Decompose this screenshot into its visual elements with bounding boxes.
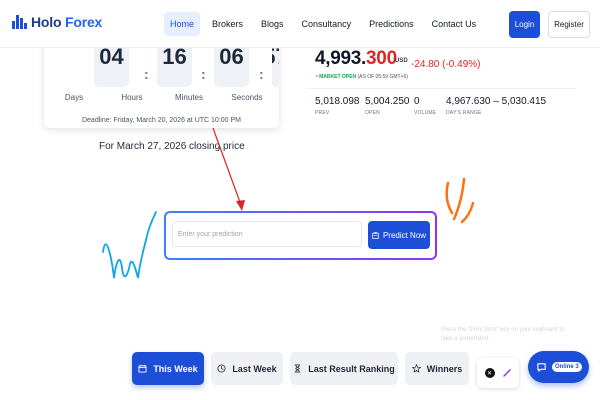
orange-strokes-decoration <box>445 177 475 224</box>
deadline-text: Deadline: Friday, March 20, 2026 at UTC … <box>81 117 241 124</box>
currency-label: USD <box>395 58 408 64</box>
stat-prev: 5,018.098 PREV <box>315 96 360 116</box>
stat-label: PREV <box>315 110 330 116</box>
tab-winners[interactable]: Winners <box>405 352 469 385</box>
tab-label: This Week <box>153 363 198 374</box>
days-label: Days <box>64 93 84 102</box>
price-change: -24.80 (-0.49%) <box>411 59 481 70</box>
nav-consultancy[interactable]: Consultancy <box>296 12 358 36</box>
price-panel: 4,993.300 USD -24.80 (-0.49%) • MARKET O… <box>306 40 576 136</box>
colon-separator: : <box>144 66 149 82</box>
brand-secondary: Forex <box>65 14 103 30</box>
stat-open: 5,004.250 OPEN <box>365 96 410 116</box>
divider <box>306 88 576 89</box>
tab-label: Last Week <box>232 363 277 374</box>
market-open-label: • MARKET OPEN <box>316 74 357 80</box>
clock-icon <box>217 364 226 373</box>
blue-squiggle-decoration <box>102 211 157 279</box>
prediction-input[interactable] <box>172 221 362 247</box>
predict-now-button[interactable]: Predict Now <box>368 221 430 249</box>
hourglass-icon <box>295 364 301 373</box>
red-arrow-decoration <box>212 127 245 211</box>
predict-now-label: Predict Now <box>382 230 427 240</box>
stat-days-range: 4,967.630 – 5,030.415 DAY'S RANGE <box>446 96 546 116</box>
pen-icon[interactable] <box>502 368 512 378</box>
colon-separator: : <box>201 66 206 82</box>
stat-value: 0 <box>414 96 420 107</box>
stat-label: OPEN <box>365 110 380 116</box>
close-icon[interactable]: ✕ <box>484 368 495 378</box>
tab-label: Winners <box>426 363 463 374</box>
tab-last-result-ranking[interactable]: Last Result Ranking <box>290 352 398 385</box>
online-count-badge: Online 3 <box>552 362 582 372</box>
prediction-form-inner: Predict Now <box>166 213 435 258</box>
stat-label: DAY'S RANGE <box>446 110 482 116</box>
tab-label: Last Result Ranking <box>308 363 395 374</box>
hours-label: Hours <box>121 93 143 102</box>
screenshot-hint: Press the "Print Scrn" key on your keybo… <box>441 327 565 342</box>
register-button[interactable]: Register <box>548 11 590 38</box>
price-integer: 4,993. <box>315 48 367 69</box>
stat-value: 4,967.630 – 5,030.415 <box>446 96 547 107</box>
stat-value: 5,018.098 <box>315 96 360 107</box>
nav-blogs[interactable]: Blogs <box>255 12 290 36</box>
nav-brokers[interactable]: Brokers <box>206 12 249 36</box>
nav-contact-us[interactable]: Contact Us <box>426 12 483 36</box>
price-decimals: 300 <box>366 48 397 69</box>
brand-primary: Holo <box>31 14 62 30</box>
prediction-form: Predict Now <box>164 211 437 260</box>
seconds-label: Seconds <box>231 93 263 102</box>
chat-icon <box>537 362 546 372</box>
nav-home[interactable]: Home <box>164 12 201 36</box>
stat-volume: 0 VOLUME <box>414 96 436 116</box>
calendar-icon <box>138 364 147 373</box>
top-navigation-bar: Holo Forex Home Brokers Blogs Consultanc… <box>0 0 600 48</box>
current-price: 4,993.300 <box>315 48 397 70</box>
floating-toolbar: ✕ <box>477 358 519 388</box>
main-nav: Home Brokers Blogs Consultancy Predictio… <box>164 12 482 36</box>
bar-chart-icon <box>12 15 27 29</box>
as-of-time: (AS OF 05:59 GMT+6) <box>357 74 408 80</box>
stat-value: 5,004.250 <box>365 96 410 107</box>
tab-this-week[interactable]: This Week <box>132 352 204 385</box>
tab-last-week[interactable]: Last Week <box>211 352 283 385</box>
chat-widget-button[interactable]: Online 3 <box>528 351 589 383</box>
login-button[interactable]: Login <box>509 11 540 38</box>
star-icon <box>411 364 421 373</box>
nav-predictions[interactable]: Predictions <box>363 12 420 36</box>
holoforex-logo[interactable]: Holo Forex <box>12 14 102 30</box>
colon-separator: : <box>259 66 264 82</box>
brand-name: Holo Forex <box>31 14 102 30</box>
market-status: • MARKET OPEN (AS OF 05:59 GMT+6) <box>316 74 408 80</box>
stat-label: VOLUME <box>414 110 437 116</box>
clipboard-icon <box>372 231 379 239</box>
minutes-label: Minutes <box>174 93 203 102</box>
